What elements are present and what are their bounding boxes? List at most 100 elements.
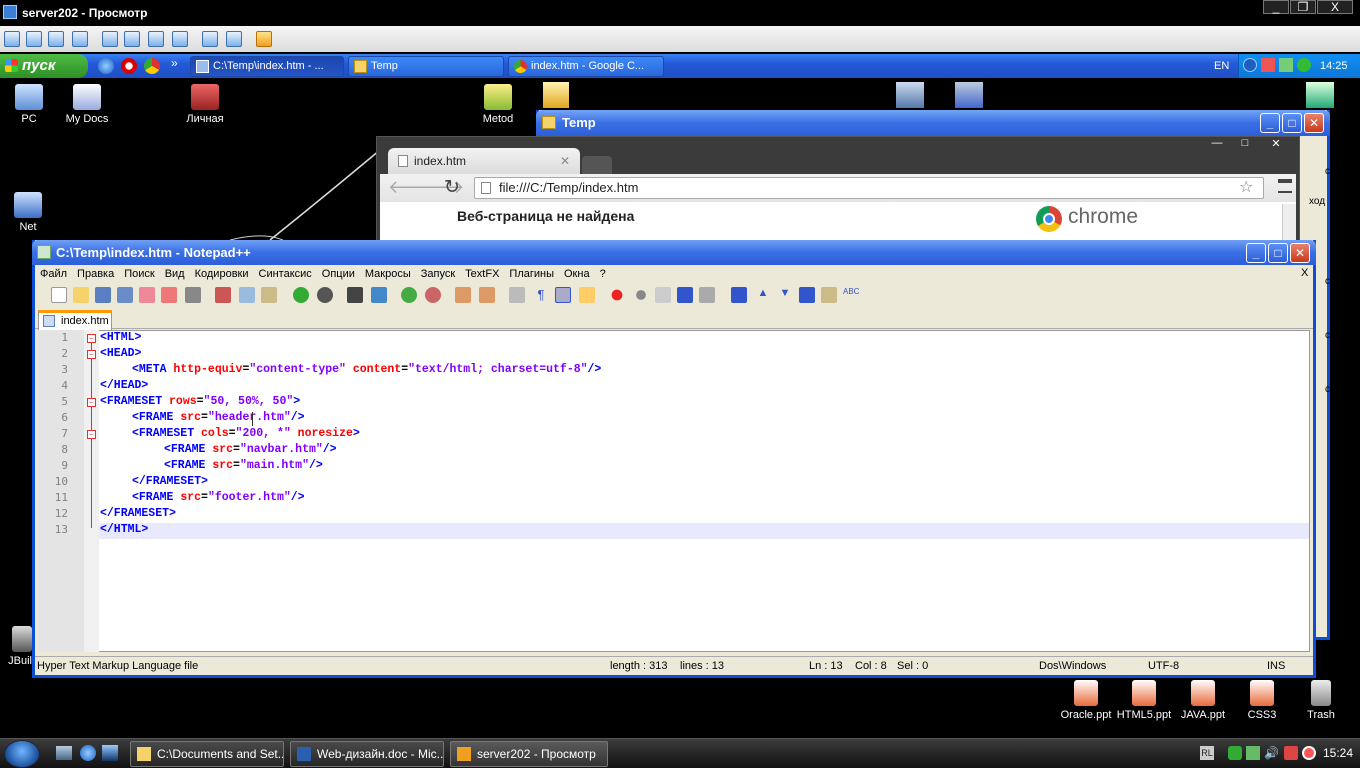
window-icon[interactable] — [102, 31, 118, 47]
ie-icon[interactable] — [98, 58, 114, 74]
phone-icon[interactable] — [48, 31, 64, 47]
menu-icon[interactable] — [1278, 179, 1292, 193]
settings-icon[interactable] — [226, 31, 242, 47]
cut-icon[interactable] — [215, 287, 231, 303]
chrome-close-button[interactable]: ✕ — [1261, 137, 1291, 151]
menu-run[interactable]: Запуск — [416, 265, 460, 280]
fold-toggle[interactable]: − — [87, 334, 96, 343]
paste-icon[interactable] — [261, 287, 277, 303]
sync-vertical-icon[interactable] — [455, 287, 471, 303]
scale-icon[interactable] — [172, 31, 188, 47]
desktop-icon-mydocs[interactable]: My Docs — [55, 84, 119, 125]
start-button[interactable]: пуск — [0, 54, 88, 78]
record-macro-icon[interactable] — [609, 287, 625, 303]
fold-all-icon[interactable] — [731, 287, 747, 303]
screen-icon[interactable] — [4, 31, 20, 47]
temp-minimize-button[interactable]: _ — [1260, 113, 1280, 133]
close-document-button[interactable]: X — [1301, 267, 1308, 279]
temp-maximize-button[interactable]: □ — [1282, 113, 1302, 133]
stop-macro-icon[interactable] — [633, 287, 649, 303]
back-arrow-icon[interactable] — [1243, 58, 1257, 72]
windows-start-orb[interactable] — [4, 740, 40, 768]
play-macro-icon[interactable] — [655, 287, 671, 303]
desktop-file-css3[interactable]: CSS3 — [1230, 680, 1294, 721]
user-lang-icon[interactable] — [579, 287, 595, 303]
tools-icon[interactable] — [955, 82, 983, 108]
opera-icon[interactable] — [121, 58, 137, 74]
taskbar-word[interactable]: Web-дизайн.doc - Mic... — [290, 741, 444, 767]
new-tab-button[interactable] — [582, 156, 612, 174]
page-scrollbar[interactable] — [1282, 204, 1296, 240]
notepad-titlebar[interactable]: C:\Temp\index.htm - Notepad++ _ □ ✕ — [32, 240, 1316, 265]
menu-edit[interactable]: Правка — [72, 265, 119, 280]
replace-icon[interactable] — [371, 287, 387, 303]
viewer-minimize-button[interactable]: _ — [1263, 0, 1289, 14]
taskbar-viewer[interactable]: server202 - Просмотр — [450, 741, 608, 767]
tray-icon-2[interactable] — [1246, 746, 1260, 760]
server-icon[interactable] — [896, 82, 924, 108]
menu-plugins[interactable]: Плагины — [504, 265, 559, 280]
tray-status-icon[interactable] — [1297, 58, 1311, 72]
find-icon[interactable] — [347, 287, 363, 303]
notification-icon[interactable] — [1302, 746, 1316, 760]
spellcheck-icon[interactable]: ABC — [843, 287, 859, 303]
app-quicklaunch-icon[interactable] — [102, 745, 118, 761]
show-desktop-icon[interactable] — [56, 746, 72, 760]
connect-icon[interactable] — [26, 31, 42, 47]
menu-help[interactable]: ? — [595, 265, 611, 280]
open-file-icon[interactable] — [73, 287, 89, 303]
address-bar[interactable]: file:///C:/Temp/index.htm ☆ — [474, 177, 1264, 199]
taskbar-notepad[interactable]: C:\Temp\index.htm - ... — [190, 56, 344, 77]
desktop-file-java[interactable]: JAVA.ppt — [1171, 680, 1235, 721]
desktop-icon-jbuilder[interactable]: JBuil — [0, 626, 32, 667]
zoom-in-icon[interactable] — [401, 287, 417, 303]
arrow-up-icon[interactable]: ▲ — [755, 287, 771, 303]
close-all-icon[interactable] — [161, 287, 177, 303]
tab-close-icon[interactable]: ✕ — [560, 148, 570, 174]
taskbar-chrome[interactable]: index.htm - Google C... — [508, 56, 664, 77]
menu-search[interactable]: Поиск — [119, 265, 159, 280]
security-icon[interactable] — [1284, 746, 1298, 760]
tab-index-htm[interactable]: index.htm — [38, 310, 112, 330]
print-icon[interactable] — [185, 287, 201, 303]
menu-view[interactable]: Вид — [160, 265, 190, 280]
desktop-file-html5[interactable]: HTML5.ppt — [1112, 680, 1176, 721]
tray-app-icon[interactable] — [1261, 58, 1275, 72]
quicklaunch-overflow[interactable]: » — [171, 56, 178, 70]
notepad-close-button[interactable]: ✕ — [1290, 243, 1310, 263]
fit-icon[interactable] — [124, 31, 140, 47]
redo-icon[interactable] — [317, 287, 333, 303]
word-wrap-icon[interactable] — [509, 287, 525, 303]
new-file-icon[interactable] — [51, 287, 67, 303]
menu-file[interactable]: Файл — [35, 265, 72, 280]
close-icon[interactable] — [139, 287, 155, 303]
save-icon[interactable] — [95, 287, 111, 303]
desktop-icon-personal[interactable]: Личная — [173, 84, 237, 125]
notepad-minimize-button[interactable]: _ — [1246, 243, 1266, 263]
desktop-icon-metod[interactable]: Metod — [466, 84, 530, 125]
new-item-icon[interactable] — [543, 82, 569, 108]
fold-toggle[interactable]: − — [87, 398, 96, 407]
zoom-out-icon[interactable] — [425, 287, 441, 303]
volume-icon[interactable]: 🔊 — [1264, 746, 1279, 760]
notepad-maximize-button[interactable]: □ — [1268, 243, 1288, 263]
save-macro-icon[interactable] — [699, 287, 715, 303]
menu-textfx[interactable]: TextFX — [460, 265, 504, 280]
tray-icon-1[interactable] — [1228, 746, 1242, 760]
chrome-quicklaunch-icon[interactable] — [144, 58, 160, 74]
language-indicator[interactable]: EN — [1214, 60, 1229, 72]
save-all-icon[interactable] — [117, 287, 133, 303]
viewer-close-button[interactable]: X — [1317, 0, 1353, 14]
ie-quicklaunch-icon[interactable] — [80, 745, 96, 761]
fold-toggle[interactable]: − — [87, 350, 96, 359]
taskbar-temp[interactable]: Temp — [348, 56, 504, 77]
chrome-tab[interactable]: index.htm ✕ — [388, 148, 580, 174]
menu-syntax[interactable]: Синтаксис — [254, 265, 317, 280]
excel-icon[interactable] — [1306, 82, 1334, 108]
all-chars-icon[interactable]: ¶ — [533, 287, 549, 303]
desktop-icon-net[interactable]: Net — [0, 192, 60, 233]
undo-icon[interactable] — [293, 287, 309, 303]
host-language-indicator[interactable]: RL — [1200, 746, 1214, 760]
star-icon[interactable]: ☆ — [1239, 178, 1253, 198]
chrome-minimize-button[interactable]: — — [1203, 137, 1231, 151]
